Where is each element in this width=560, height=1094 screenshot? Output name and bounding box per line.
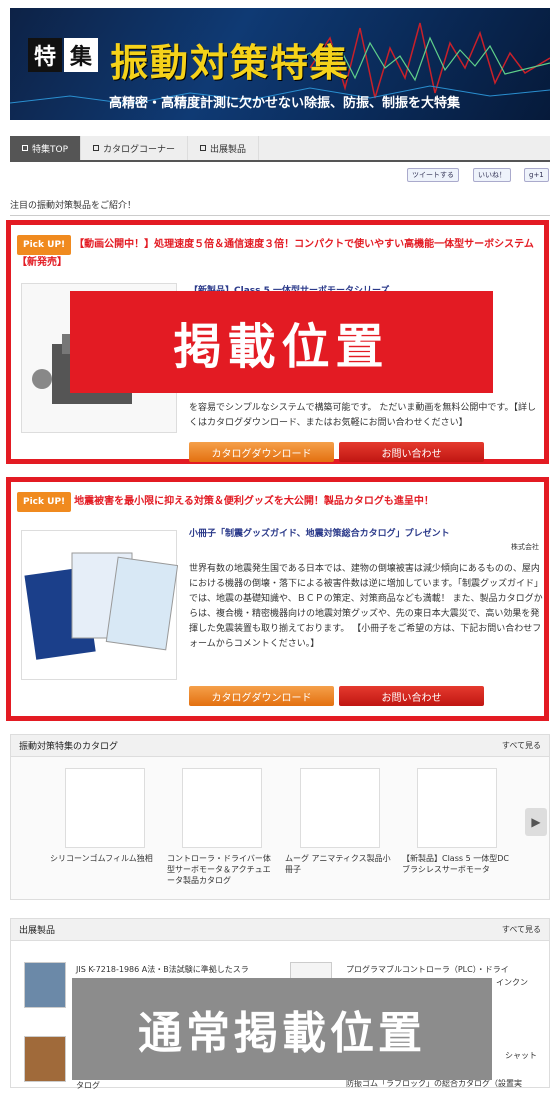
- headline-text: 地震被害を最小限に抑える対策＆便利グッズを大公開！製品カタログも進呈中！: [74, 496, 434, 507]
- headline-text: 【動画公開中！】処理速度５倍＆通信速度３倍！コンパクトで使いやすい高機能一体型サ…: [17, 239, 534, 268]
- products-panel-header: 出展製品 すべて見る: [11, 919, 549, 941]
- catalog-see-all-link[interactable]: すべて見る: [502, 740, 541, 751]
- catalog-download-button[interactable]: カタログダウンロード: [189, 686, 334, 706]
- square-icon: [22, 145, 28, 151]
- featured-headline[interactable]: Pick UP! 【動画公開中！】処理速度５倍＆通信速度３倍！コンパクトで使いやす…: [17, 235, 538, 271]
- catalog-thumb[interactable]: [182, 768, 262, 848]
- product-subtitle[interactable]: 小冊子「制震グッズガイド、地震対策総合カタログ」プレゼント: [189, 526, 450, 539]
- chevron-right-icon[interactable]: ▶: [525, 808, 547, 836]
- company-name: 株式会社: [511, 543, 539, 551]
- product-description: を容易でシンプルなシステムで構築可能です。 ただいま動画を無料公開中です。【詳し…: [189, 403, 537, 428]
- product-label[interactable]: シャット: [505, 1050, 537, 1062]
- banner-subtitle: 高精密・高精度計測に欠かせない除振、防振、制振を大特集: [108, 96, 460, 111]
- inquiry-button[interactable]: お問い合わせ: [339, 686, 484, 706]
- banner-tag-2: 集: [64, 38, 98, 72]
- product-label[interactable]: プログラマブルコントローラ（PLC）・ドライ: [346, 964, 546, 976]
- feature-banner: 特 集 振動対策特集 高精密・高精度計測に欠かせない除振、防振、制振を大特集: [10, 8, 550, 120]
- featured-headline[interactable]: Pick UP! 地震被害を最小限に抑える対策＆便利グッズを大公開！製品カタログも…: [17, 492, 538, 512]
- inquiry-button[interactable]: お問い合わせ: [339, 442, 484, 462]
- tab-products[interactable]: 出展製品: [188, 136, 260, 160]
- product-label[interactable]: JIS K-7218-1986 A法・B法試験に準拠したスラ: [76, 964, 276, 976]
- catalog-label[interactable]: コントローラ・ドライバー体型サーボモータ＆アクチュエータ製品カタログ: [167, 853, 277, 886]
- products-heading: 出展製品: [19, 926, 56, 936]
- featured-position-label: 掲載位置: [70, 291, 493, 393]
- products-see-all-link[interactable]: すべて見る: [502, 924, 541, 935]
- catalog-thumb[interactable]: [65, 768, 145, 848]
- catalog-booklets-image: [24, 552, 179, 660]
- catalog-thumb[interactable]: [417, 768, 497, 848]
- catalog-label[interactable]: ムーグ アニマティクス製品小冊子: [285, 853, 395, 875]
- tab-label: 特集TOP: [32, 144, 69, 155]
- tab-catalog[interactable]: カタログコーナー: [81, 136, 189, 160]
- product-thumb[interactable]: [24, 962, 66, 1008]
- catalog-thumb[interactable]: [300, 768, 380, 848]
- catalog-label[interactable]: 【新製品】Class 5 一体型DCブラシレスサーボモータ: [402, 853, 512, 875]
- banner-tag-1: 特: [28, 38, 62, 72]
- product-label[interactable]: タログ: [76, 1080, 100, 1092]
- square-icon: [93, 145, 100, 151]
- tab-bar: 特集TOP カタログコーナー 出展製品: [10, 136, 550, 162]
- tab-label: 出展製品: [210, 144, 247, 155]
- featured-item-2: Pick UP! 地震被害を最小限に抑える対策＆便利グッズを大公開！製品カタログも…: [6, 477, 549, 721]
- like-button[interactable]: いいね！: [473, 168, 511, 182]
- tab-label: カタログコーナー: [103, 144, 176, 155]
- pickup-badge: Pick UP!: [17, 492, 72, 512]
- catalog-label[interactable]: シリコーンゴムフィルム独相: [50, 853, 160, 864]
- product-label[interactable]: インクン: [496, 977, 528, 989]
- section-heading: 注目の振動対策製品をご紹介！: [10, 198, 550, 216]
- product-description: 世界有数の地震発生国である日本では、建物の倒壊被害は減少傾向にあるものの、屋内に…: [189, 564, 544, 649]
- catalog-download-button[interactable]: カタログダウンロード: [189, 442, 334, 462]
- banner-title: 振動対策特集: [110, 41, 351, 85]
- tab-top[interactable]: 特集TOP: [10, 136, 82, 160]
- pickup-badge: Pick UP!: [17, 235, 72, 255]
- gplus-button[interactable]: g+1: [524, 168, 549, 182]
- tweet-button[interactable]: ツイートする: [407, 168, 459, 182]
- square-icon: [200, 145, 207, 151]
- normal-position-label: 通常掲載位置: [72, 978, 492, 1080]
- catalog-panel-header: 振動対策特集のカタログ すべて見る: [11, 735, 549, 757]
- product-thumb[interactable]: [24, 1036, 66, 1082]
- catalog-heading: 振動対策特集のカタログ: [19, 742, 119, 752]
- product-image[interactable]: [21, 530, 179, 680]
